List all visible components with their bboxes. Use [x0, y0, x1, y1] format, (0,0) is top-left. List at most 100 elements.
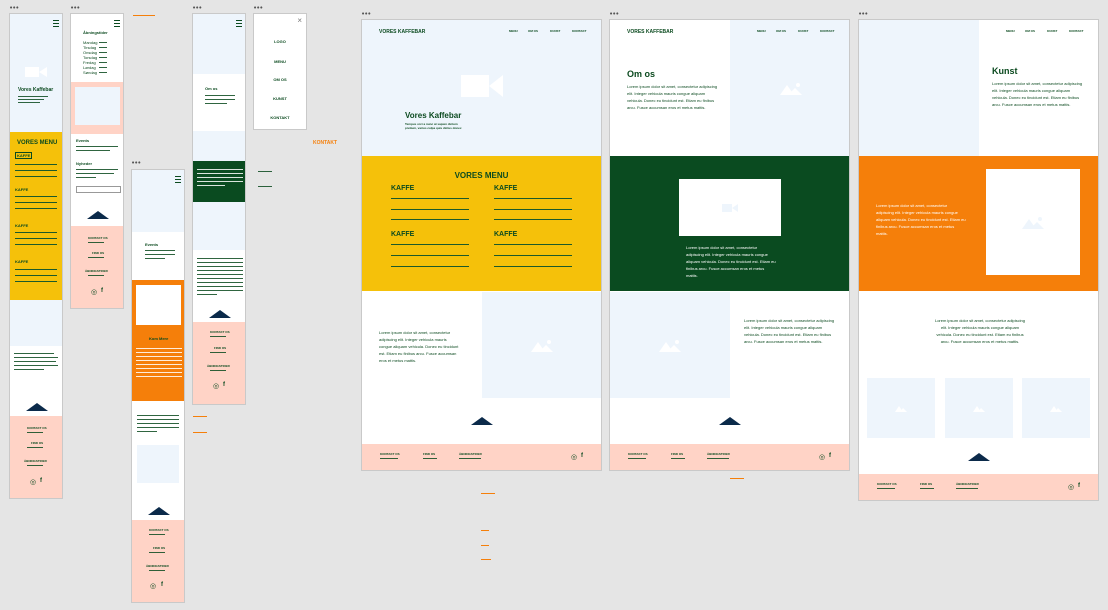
- logo-icon: [209, 310, 231, 318]
- image-placeholder: [75, 87, 120, 125]
- nav-link[interactable]: KONTAKT: [820, 29, 834, 33]
- logo-icon: [26, 403, 48, 411]
- nav-link[interactable]: MENU: [509, 29, 518, 33]
- instagram-icon[interactable]: ◎: [571, 453, 577, 461]
- hero-section: VORES KAFFEBAR MENU OM OS KUNST KONTAKT …: [362, 20, 601, 156]
- logo-icon: [87, 211, 109, 219]
- hero-title: Vores Kaffebar: [405, 111, 462, 120]
- close-icon[interactable]: ×: [297, 16, 302, 25]
- annotation-line: [258, 171, 272, 172]
- nav-link[interactable]: KUNST: [798, 29, 808, 33]
- mobile-nav-overlay: × LOGO MENU OM OS KUNST KONTAKT: [253, 13, 307, 130]
- hamburger-icon[interactable]: [114, 20, 120, 29]
- image-placeholder: [136, 285, 181, 325]
- footer: KONTAKT OS FIND OS ÅBNINGSTIDER ◎ f: [193, 322, 245, 404]
- instagram-icon[interactable]: ◎: [150, 582, 156, 590]
- menu-category: KAFFE: [15, 259, 29, 264]
- frame-handle[interactable]: •••: [131, 160, 141, 167]
- footer: KONTAKT OS FIND OS ÅBNINGSTIDER ◎ f: [610, 444, 849, 470]
- lorem-text: Lorem ipsum dolor sit amet, consectetur …: [379, 330, 459, 363]
- instagram-icon[interactable]: ◎: [1068, 483, 1074, 491]
- image-placeholder: [859, 20, 979, 156]
- nav-item-art[interactable]: KUNST: [254, 96, 306, 101]
- nav-link[interactable]: OM OS: [1025, 29, 1035, 33]
- image-placeholder: [986, 169, 1080, 275]
- image-placeholder: [679, 179, 781, 236]
- brand-logo[interactable]: VORES KAFFEBAR: [379, 29, 425, 35]
- nav-link[interactable]: KUNST: [550, 29, 560, 33]
- video-icon: [25, 67, 47, 77]
- image-placeholder: [610, 292, 730, 398]
- mobile-events-frame: Events Kom Mere KONTAKT OS FIND OS ÅBNIN…: [131, 169, 185, 603]
- nav-link[interactable]: OM OS: [528, 29, 538, 33]
- frame-handle[interactable]: •••: [609, 11, 619, 18]
- facebook-icon[interactable]: f: [40, 478, 42, 484]
- facebook-icon[interactable]: f: [581, 453, 583, 459]
- text-line: [18, 96, 48, 97]
- gallery-image: [1022, 378, 1090, 438]
- instagram-icon[interactable]: ◎: [213, 382, 219, 390]
- nav-item-logo[interactable]: LOGO: [254, 39, 306, 44]
- facebook-icon[interactable]: f: [161, 582, 163, 588]
- instagram-icon[interactable]: ◎: [819, 453, 825, 461]
- footer: KONTAKT OS FIND OS ÅBNINGSTIDER ◎ f: [859, 474, 1098, 500]
- frame-handle[interactable]: •••: [70, 5, 80, 12]
- nav-item-contact[interactable]: KONTAKT: [254, 115, 306, 120]
- nav-link[interactable]: OM OS: [776, 29, 786, 33]
- frame-handle[interactable]: •••: [192, 5, 202, 12]
- facebook-icon[interactable]: f: [1078, 483, 1080, 489]
- mobile-home-frame: Vores Kaffebar VORES MENU KAFFE KAFFE KA…: [9, 13, 63, 499]
- facebook-icon[interactable]: f: [101, 288, 103, 294]
- nav-item-menu[interactable]: MENU: [254, 59, 306, 64]
- facebook-icon[interactable]: f: [223, 382, 225, 388]
- hamburger-icon[interactable]: [175, 176, 181, 185]
- annotation-mark: [193, 432, 207, 433]
- image-placeholder: [730, 20, 849, 156]
- page-title: Om os: [627, 69, 656, 79]
- footer: KONTAKT OS FIND OS ÅBNINGSTIDER ◎ f: [362, 444, 601, 470]
- hamburger-icon[interactable]: [53, 20, 59, 29]
- annotation-mark: [730, 478, 744, 479]
- instagram-icon[interactable]: ◎: [30, 478, 36, 486]
- annotation-mark: [481, 493, 495, 494]
- image-placeholder: [137, 445, 179, 483]
- nav-link[interactable]: KONTAKT: [1069, 29, 1083, 33]
- newsletter-input[interactable]: [76, 186, 121, 193]
- menu-category[interactable]: KAFFE: [15, 152, 33, 159]
- text-line: [18, 102, 40, 103]
- logo-icon: [148, 507, 170, 515]
- frame-handle[interactable]: •••: [361, 11, 371, 18]
- annotation-mark: [481, 545, 489, 546]
- menu-category: KAFFE: [15, 223, 29, 228]
- about-section: [10, 300, 62, 416]
- nav-link[interactable]: KONTAKT: [572, 29, 586, 33]
- logo-icon: [471, 417, 493, 425]
- annotation-line: [258, 186, 272, 187]
- text-line: [18, 99, 44, 100]
- nav-link[interactable]: MENU: [1006, 29, 1015, 33]
- nav-link[interactable]: MENU: [757, 29, 766, 33]
- nav-item-about[interactable]: OM OS: [254, 77, 306, 82]
- instagram-icon[interactable]: ◎: [91, 288, 97, 296]
- video-icon: [461, 75, 503, 97]
- footer: KONTAKT OS FIND OS ÅBNINGSTIDER ◎ f: [10, 416, 62, 498]
- menu-section: VORES MENU KAFFE KAFFE KAFFE KAFFE: [362, 156, 601, 291]
- frame-handle[interactable]: •••: [253, 5, 263, 12]
- hamburger-icon[interactable]: [236, 20, 242, 29]
- brand-logo[interactable]: VORES KAFFEBAR: [627, 29, 673, 35]
- gallery-image: [867, 378, 935, 438]
- hero-title: Vores Kaffebar: [18, 87, 54, 93]
- orange-label: KONTAKT: [313, 140, 338, 146]
- about-section: Lorem ipsum dolor sit amet, consectetur …: [362, 291, 601, 444]
- annotation-mark: [481, 530, 489, 531]
- facebook-icon[interactable]: f: [829, 453, 831, 459]
- hero-section: Vores Kaffebar: [10, 14, 62, 132]
- frame-handle[interactable]: •••: [858, 11, 868, 18]
- frame-handle[interactable]: •••: [9, 5, 19, 12]
- mobile-hours-frame: Åbningstider Mandag Tirsdag Onsdag Torsd…: [70, 13, 124, 309]
- nav-link[interactable]: KUNST: [1047, 29, 1057, 33]
- logo-icon: [968, 453, 990, 461]
- desktop-home-frame: VORES KAFFEBAR MENU OM OS KUNST KONTAKT …: [361, 19, 602, 471]
- logo-icon: [719, 417, 741, 425]
- mobile-about-frame: Om os KONTAKT OS FIND OS ÅBNINGSTIDER ◎ …: [192, 13, 246, 405]
